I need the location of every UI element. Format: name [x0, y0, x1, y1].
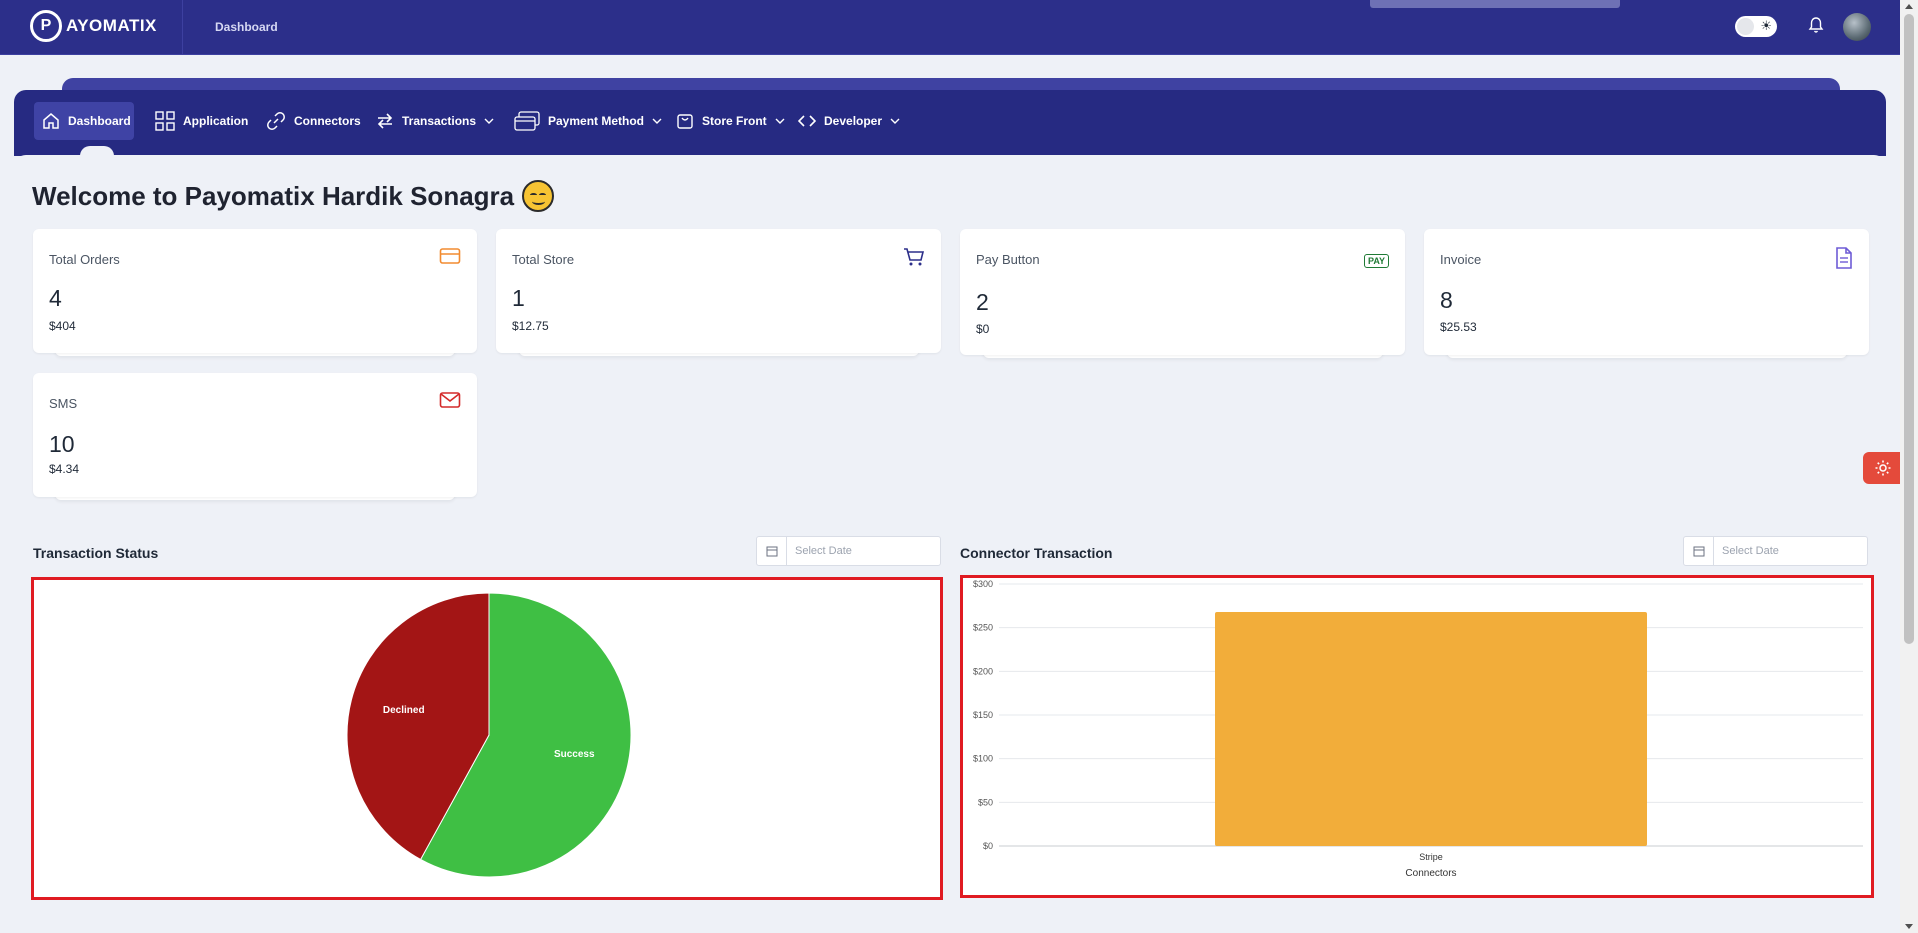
nav-transactions[interactable]: Transactions [368, 102, 502, 140]
top-bar: P AYOMATIX Dashboard ☀ [0, 0, 1900, 55]
transaction-status-date-picker[interactable]: Select Date [756, 536, 941, 566]
pie-chart: Success Declined [346, 592, 632, 878]
date-placeholder: Select Date [795, 545, 852, 557]
nav-dashboard[interactable]: Dashboard [34, 102, 134, 140]
connector-transaction-chart: $0 $50 $100 $150 $200 $250 $300 Stripe Connector… [960, 575, 1874, 898]
page-title: Welcome to Payomatix Hardik Sonagra [32, 180, 555, 212]
nav-label: Developer [824, 114, 883, 128]
scroll-down-icon[interactable] [1905, 924, 1913, 929]
card-amount: $0 [976, 322, 990, 336]
nav-store-front[interactable]: Store Front [668, 102, 793, 140]
card-title: SMS [49, 396, 78, 411]
card-title: Total Orders [49, 252, 120, 267]
transaction-status-chart: Success Declined [31, 577, 943, 900]
pie-label-success: Success [554, 749, 595, 760]
y-tick-label: $150 [973, 710, 993, 720]
stat-card-total-orders[interactable]: Total Orders 4 $404 [33, 229, 477, 353]
y-tick-label: $300 [973, 579, 993, 589]
calendar-icon [757, 537, 787, 565]
stat-card-sms[interactable]: SMS 10 $4.34 [33, 373, 477, 497]
smile-emoji-icon [522, 180, 555, 212]
nav-label: Payment Method [548, 114, 645, 128]
bag-icon [677, 114, 693, 129]
welcome-text: Welcome to Payomatix Hardik Sonagra [32, 180, 515, 211]
y-tick-label: $100 [973, 754, 993, 764]
nav-label: Transactions [402, 114, 477, 128]
card-count: 8 [1440, 287, 1453, 313]
nav-application[interactable]: Application [147, 102, 256, 140]
card-title: Invoice [1440, 252, 1482, 267]
nav-payment-method[interactable]: Payment Method [506, 102, 670, 140]
avatar[interactable] [1843, 13, 1871, 41]
toggle-knob [1737, 18, 1754, 35]
document-icon [1835, 247, 1853, 274]
stat-card-invoice[interactable]: Invoice 8 $25.53 [1424, 229, 1869, 355]
link-icon [267, 112, 285, 130]
bar-chart: $0 $50 $100 $150 $200 $250 $300 Stripe Connector… [973, 579, 1863, 879]
nav-label: Store Front [702, 114, 767, 128]
pay-badge-icon: PAY [1363, 251, 1389, 269]
logo[interactable]: P AYOMATIX [30, 10, 157, 42]
credit-card-icon [439, 247, 461, 270]
gear-icon [1875, 460, 1891, 476]
chevron-down-icon [484, 118, 494, 124]
top-strip [1370, 0, 1620, 8]
y-tick-label: $250 [973, 623, 993, 633]
card-amount: $4.34 [49, 462, 80, 476]
transaction-status-title: Transaction Status [33, 545, 159, 561]
date-placeholder: Select Date [1722, 545, 1779, 557]
stat-card-total-store[interactable]: Total Store 1 $12.75 [496, 229, 941, 353]
card-count: 10 [49, 431, 75, 457]
nav-label: Connectors [294, 114, 361, 128]
nav-connectors[interactable]: Connectors [258, 102, 369, 140]
theme-toggle[interactable]: ☀ [1735, 16, 1777, 37]
breadcrumb: Dashboard [215, 20, 278, 34]
grid-icon [155, 111, 175, 131]
code-icon [798, 115, 816, 127]
pay-badge: PAY [1363, 254, 1389, 268]
nav-developer[interactable]: Developer [790, 102, 908, 140]
scroll-thumb[interactable] [1904, 14, 1914, 644]
card-count: 2 [976, 289, 989, 315]
nav-label: Dashboard [68, 114, 131, 128]
chevron-down-icon [775, 118, 785, 124]
stat-card-pay-button[interactable]: Pay Button PAY 2 $0 [960, 229, 1405, 355]
card-amount: $404 [49, 319, 76, 333]
home-icon [43, 113, 59, 129]
arrows-exchange-icon [377, 113, 393, 129]
mail-icon [439, 391, 461, 414]
sun-icon: ☀ [1760, 18, 1772, 33]
calendar-icon [1684, 537, 1714, 565]
bell-icon[interactable] [1808, 16, 1824, 39]
card-amount: $25.53 [1440, 320, 1477, 334]
y-tick-label: $200 [973, 666, 993, 676]
card-amount: $12.75 [512, 319, 549, 333]
connector-transaction-title: Connector Transaction [960, 545, 1113, 561]
chevron-down-icon [890, 118, 900, 124]
y-tick-label: $0 [983, 841, 993, 851]
connector-transaction-date-picker[interactable]: Select Date [1683, 536, 1868, 566]
card-title: Total Store [512, 252, 575, 267]
bar-stripe [1215, 611, 1647, 846]
page-scrollbar[interactable] [1900, 0, 1918, 933]
chevron-down-icon [652, 118, 662, 124]
y-tick-label: $50 [978, 797, 993, 807]
x-axis-label: Connectors [1405, 868, 1456, 879]
cards-icon [514, 111, 540, 131]
cart-icon [903, 247, 925, 272]
logo-text: AYOMATIX [66, 16, 157, 35]
nav-label: Application [183, 114, 249, 128]
x-tick-label: Stripe [1419, 852, 1443, 862]
card-count: 4 [49, 285, 62, 311]
scroll-up-icon[interactable] [1905, 4, 1913, 9]
divider [182, 0, 183, 55]
card-count: 1 [512, 285, 525, 311]
card-title: Pay Button [976, 252, 1040, 267]
logo-mark: P [30, 10, 62, 42]
pie-label-declined: Declined [383, 705, 425, 716]
settings-button[interactable] [1863, 452, 1903, 484]
main-nav: Dashboard Application Connectors Transac… [14, 90, 1886, 156]
